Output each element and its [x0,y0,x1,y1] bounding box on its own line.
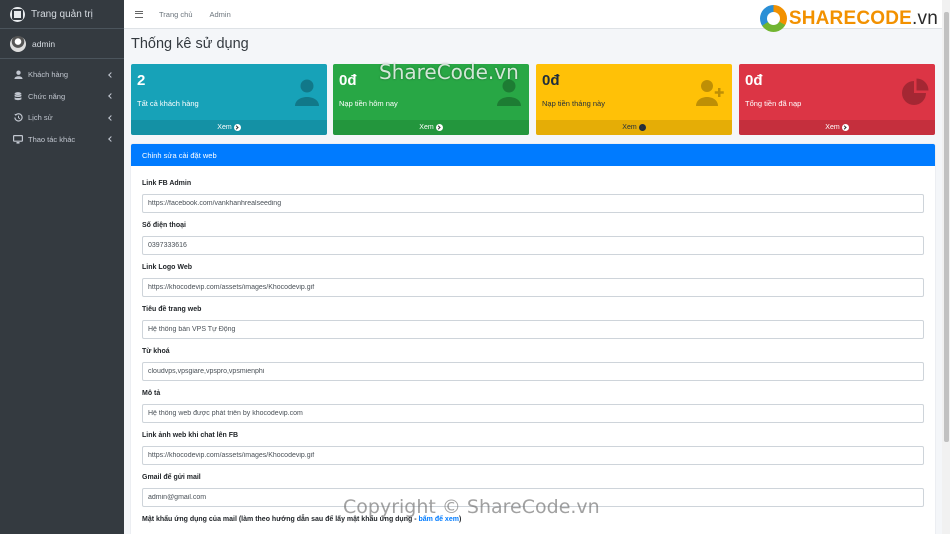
nav-link-admin[interactable]: Admin [210,10,231,19]
stat-footer-label: Xem [419,124,434,131]
user-icon [13,70,23,80]
sharecode-logo: SHARECODE.vn [759,5,938,32]
page-scrollbar[interactable] [942,0,950,534]
fb-admin-input[interactable] [142,194,924,213]
arrow-circle-right-icon [638,124,646,131]
brand-link[interactable]: Trang quản trị [0,0,124,29]
settings-card-title: Chỉnh sửa cài đặt web [131,144,935,166]
field-label: Số điện thoại [142,222,186,229]
sharecode-logo-domain: .vn [912,7,938,29]
sharecode-logo-icon [759,5,787,32]
sidebar-item-label: Thao tác khác [28,134,76,144]
stat-footer-label: Xem [825,124,840,131]
sidebar-item-label: Lịch sử [28,113,53,123]
stat-view-link[interactable]: Xem [131,120,327,135]
arrow-circle-right-icon [841,124,849,131]
sidebar: Trang quản trị admin Khách hàng Chức năn… [0,0,124,534]
field-description: Mô tả [142,388,924,423]
database-icon [13,91,23,101]
field-label: Tiêu đề trang web [142,306,202,313]
chevron-left-icon [108,93,114,100]
stat-box-customers: 2 Tất cả khách hàng Xem [131,64,327,135]
stat-footer-label: Xem [217,124,232,131]
watermark-top: ShareCode.vn [379,60,519,84]
brand-title: Trang quản trị [31,8,93,20]
stat-view-link[interactable]: Xem [739,120,935,135]
avatar [10,35,26,52]
main-content: Thống kê sử dụng 2 Tất cả khách hàng Xem… [124,29,950,534]
sidebar-item-label: Chức năng [28,91,66,101]
keywords-input[interactable] [142,362,924,381]
chevron-left-icon [108,71,114,78]
arrow-circle-right-icon [435,124,443,131]
settings-card: Chỉnh sửa cài đặt web Link FB Admin Số đ… [131,144,935,534]
phone-input[interactable] [142,236,924,255]
pie-chart-icon [902,78,929,105]
watermark-copyright: Copyright © ShareCode.vn [343,496,600,518]
stat-box-month-deposit: 0đ Nạp tiền tháng này Xem [536,64,732,135]
desktop-icon [13,134,23,144]
stats-row: 2 Tất cả khách hàng Xem 0đ Nạp tiền hôm … [131,64,935,135]
field-logo: Link Logo Web [142,262,924,297]
top-navbar: Trang chủ Admin SHARECODE.vn [124,0,950,32]
user-plus-icon [696,80,724,106]
chevron-left-icon [108,136,114,143]
field-label: Từ khoá [142,348,170,355]
stat-box-total-deposit: 0đ Tổng tiền đã nạp Xem [739,64,935,135]
user-icon [295,79,319,106]
nav-link-home[interactable]: Trang chủ [159,10,193,19]
field-label: Link FB Admin [142,180,192,187]
fb-share-image-input[interactable] [142,446,924,465]
user-name: admin [32,38,56,49]
field-keywords: Từ khoá [142,346,924,381]
sidebar-item-functions[interactable]: Chức năng [0,86,124,108]
page-title: Thống kê sử dụng [131,36,249,52]
stat-view-link[interactable]: Xem [333,120,529,135]
field-label: Link ảnh web khi chat lên FB [142,432,239,439]
sidebar-item-history[interactable]: Lịch sử [0,107,124,129]
field-label: Mô tả [142,390,161,397]
field-phone: Số điện thoại [142,220,924,255]
history-icon [13,113,23,122]
user-panel[interactable]: admin [0,29,124,59]
site-title-input[interactable] [142,320,924,339]
sidebar-item-other-actions[interactable]: Thao tác khác [0,129,124,151]
field-label: Gmail để gửi mail [142,474,201,481]
field-fb-share-image: Link ảnh web khi chat lên FB [142,430,924,465]
sidebar-item-label: Khách hàng [28,70,69,80]
field-fb-admin: Link FB Admin [142,178,924,213]
stat-footer-label: Xem [622,124,637,131]
sharecode-logo-text: SHARECODE [788,7,913,29]
hamburger-menu-icon[interactable] [135,10,143,18]
description-input[interactable] [142,404,924,423]
scrollbar-thumb[interactable] [943,12,949,442]
brand-logo-icon [10,6,25,22]
logo-url-input[interactable] [142,278,924,297]
stat-view-link[interactable]: Xem [536,120,732,135]
arrow-circle-right-icon [233,124,241,131]
sidebar-item-customers[interactable]: Khách hàng [0,64,124,86]
chevron-left-icon [108,114,114,121]
field-site-title: Tiêu đề trang web [142,304,924,339]
field-label: Link Logo Web [142,264,193,271]
